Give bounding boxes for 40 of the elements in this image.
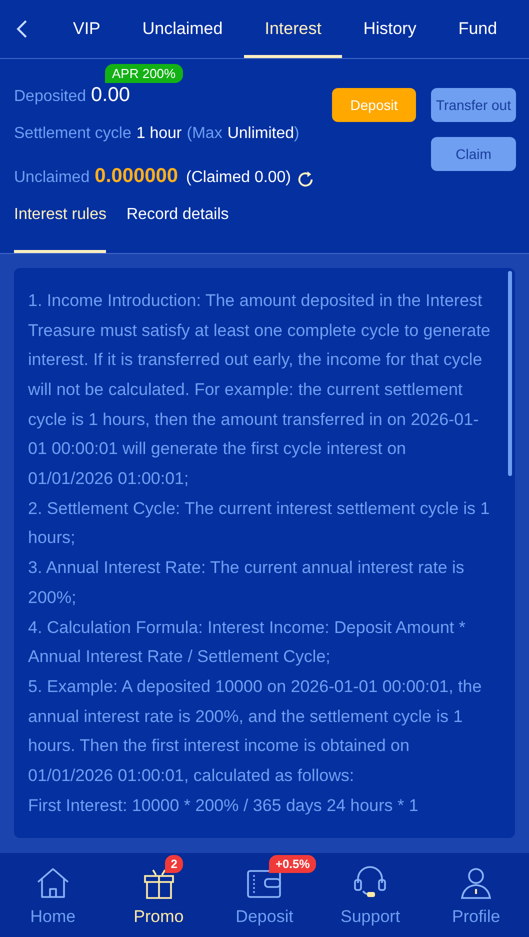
tab[interactable]: History bbox=[342, 0, 438, 58]
wallet-icon bbox=[247, 869, 282, 899]
nav-item[interactable]: 2 Promo bbox=[106, 853, 212, 937]
rule-text: 1. Income Introduction: The amount deposited in the Interest Treasure must satisfy at least one complete cycle to generate interest. If it is transferred out early, the income for that cycle will not be calculated. For example: the current settlement cycle is 1 hours, then the amount transferred in on 2026-01-01 00:00:01 will generate the first cycle interest on 01/01/2026 01:00:01; bbox=[28, 290, 492, 490]
deposited-label: Deposited bbox=[14, 88, 86, 106]
scrollbar-thumb[interactable] bbox=[508, 270, 512, 476]
rule-text: 2. Settlement Cycle: The current interest settlement cycle is 1 hours; bbox=[28, 498, 491, 550]
count-badge: 2 bbox=[164, 855, 184, 873]
apr-badge: APR 200% bbox=[105, 64, 183, 83]
refresh-icon[interactable] bbox=[296, 170, 315, 189]
count-badge: +0.5% bbox=[269, 855, 316, 873]
max-label: (Max bbox=[186, 124, 222, 142]
nav-item[interactable]: Profile bbox=[423, 853, 529, 937]
tab[interactable]: Unclaimed bbox=[121, 0, 244, 58]
unclaimed-label: Unclaimed bbox=[14, 169, 90, 188]
back-icon[interactable] bbox=[16, 18, 28, 39]
claim-button[interactable]: Claim bbox=[431, 136, 516, 171]
unclaimed-value: 0.000000 bbox=[94, 165, 178, 188]
nav-item[interactable]: Home bbox=[0, 853, 106, 937]
rule-text: 5. Example: A deposited 10000 on 2026-01-01 00:00:01, the annual interest rate is 200%, and the settlement cycle is 1 hours. Then the first interest income is obtained on 01/01/2026 01:00:01, calculated as follows: bbox=[28, 676, 483, 788]
settlement-label: Settlement cycle bbox=[14, 124, 132, 142]
home-icon bbox=[36, 867, 70, 899]
settlement-value: 1 hour bbox=[136, 124, 182, 142]
deposited-value: 0.00 bbox=[91, 84, 130, 107]
tab[interactable]: Interest bbox=[244, 0, 342, 58]
nav-item[interactable]: Support bbox=[317, 853, 424, 937]
max-value: Unlimited bbox=[227, 124, 294, 142]
rule-text: 3. Annual Interest Rate: The current annual interest rate is 200%; bbox=[28, 557, 466, 609]
rule-text: 4. Calculation Formula: Interest Income: Deposit Amount * Annual Interest Rate / Settlement Cycle; bbox=[28, 616, 466, 668]
transfer-out-button[interactable]: Transfer out bbox=[431, 88, 516, 122]
claimed-amount: (Claimed 0.00) bbox=[186, 169, 291, 188]
person-icon bbox=[460, 867, 492, 899]
max-close: ) bbox=[294, 124, 300, 142]
tab[interactable]: Fund bbox=[437, 0, 518, 58]
tab[interactable]: VIP bbox=[52, 0, 122, 58]
gift-icon bbox=[142, 867, 175, 899]
tab[interactable]: Record details bbox=[126, 194, 229, 253]
nav-item[interactable]: +0.5% Deposit bbox=[212, 853, 318, 937]
headset-icon bbox=[353, 865, 388, 899]
rule-text: First Interest: 10000 * 200% / 365 days 24 hours * 1 bbox=[28, 794, 420, 817]
